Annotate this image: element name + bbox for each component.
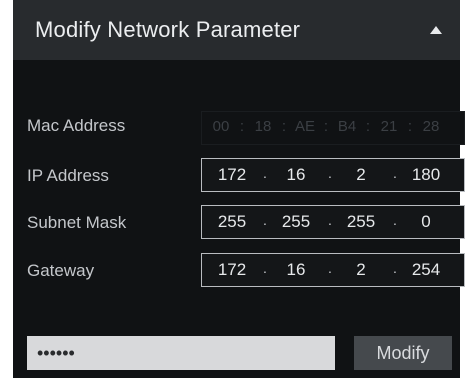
collapse-up-triangle-icon[interactable]	[430, 26, 442, 34]
password-input[interactable]	[27, 336, 335, 370]
panel-title: Modify Network Parameter	[35, 17, 301, 42]
subnet-octet-4[interactable]: 0	[400, 212, 452, 232]
subnet-octet-1[interactable]: 255	[206, 212, 258, 232]
mac-address-field: 00 : 18 : AE : B4 : 21 : 28	[201, 111, 465, 145]
subnet-octet-3[interactable]: 255	[335, 212, 387, 232]
gateway-octet-2[interactable]: 16	[270, 260, 322, 280]
mac-address-label: Mac Address	[27, 116, 126, 135]
modify-network-panel: Modify Network Parameter Mac Address 00 …	[13, 0, 465, 378]
gateway-label: Gateway	[27, 261, 95, 280]
subnet-mask-field: 255 . 255 . 255 . 0	[201, 205, 465, 239]
mac-octet-6: 28	[422, 118, 440, 135]
mac-octet-5: 21	[380, 118, 398, 135]
ip-octet-2[interactable]: 16	[270, 165, 322, 185]
ip-octet-3[interactable]: 2	[335, 165, 387, 185]
gateway-octet-3[interactable]: 2	[335, 260, 387, 280]
mac-octet-3: AE	[294, 118, 315, 135]
ip-address-field: 172 . 16 . 2 . 180	[201, 158, 465, 192]
ip-address-label: IP Address	[27, 166, 109, 185]
ip-octet-4[interactable]: 180	[400, 165, 452, 185]
modify-button[interactable]: Modify	[354, 336, 452, 370]
mac-octet-1: 00	[212, 118, 230, 135]
ip-octet-1[interactable]: 172	[206, 165, 258, 185]
gateway-field: 172 . 16 . 2 . 254	[201, 253, 465, 287]
gateway-octet-4[interactable]: 254	[400, 260, 452, 280]
subnet-octet-2[interactable]: 255	[270, 212, 322, 232]
subnet-mask-label: Subnet Mask	[27, 213, 127, 232]
gateway-octet-1[interactable]: 172	[206, 260, 258, 280]
mac-octet-2: 18	[254, 118, 272, 135]
panel-header[interactable]: Modify Network Parameter	[13, 0, 460, 60]
mac-octet-4: B4	[337, 118, 357, 135]
